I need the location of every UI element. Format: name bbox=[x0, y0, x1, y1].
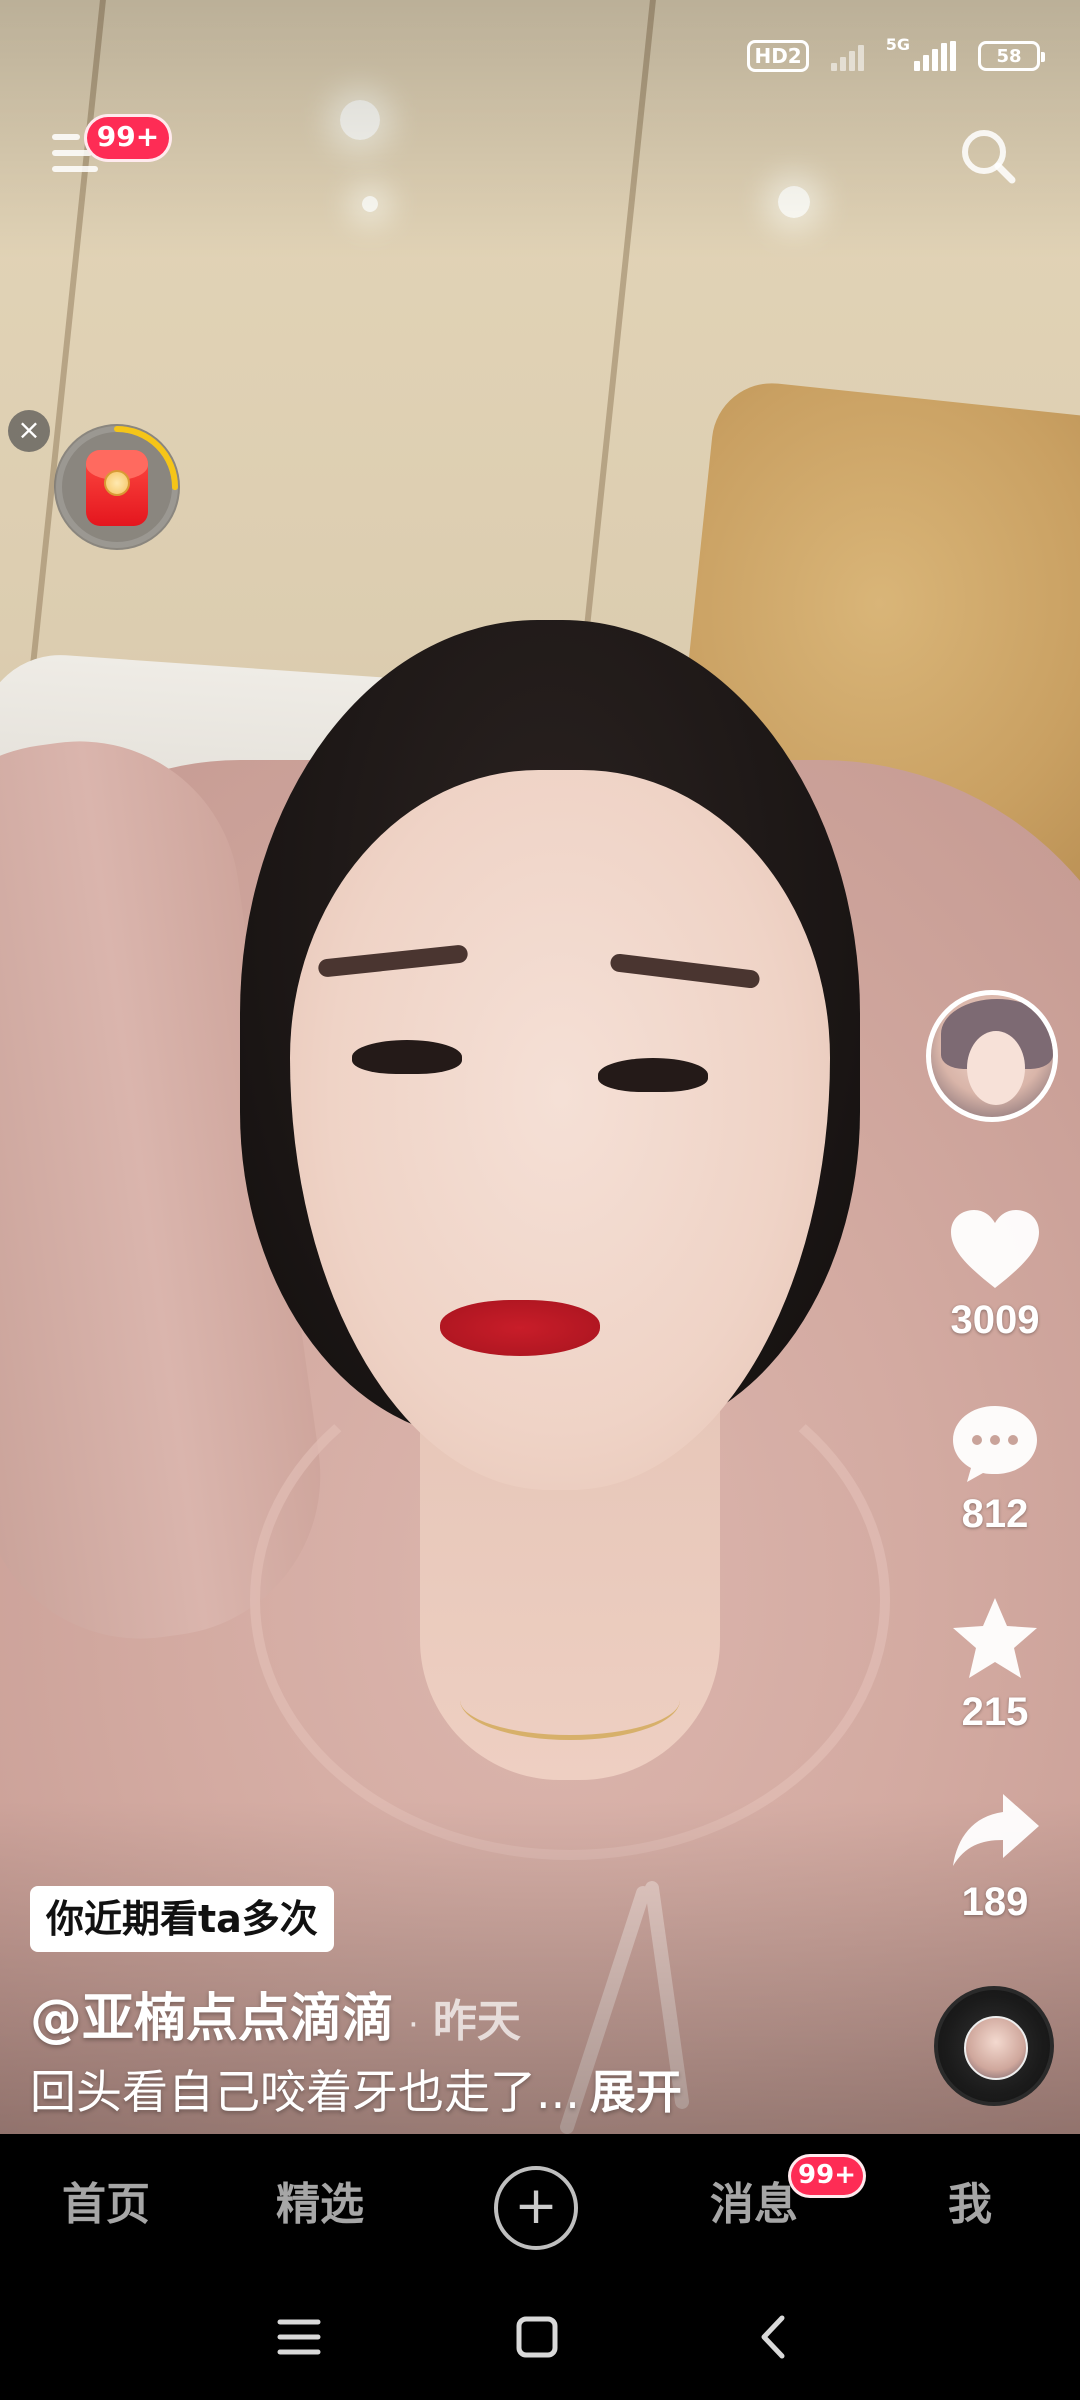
author-line: @亚楠点点滴滴 · 昨天 bbox=[30, 1976, 521, 2049]
star-icon bbox=[953, 1598, 1037, 1678]
battery-icon: 58 bbox=[978, 41, 1045, 71]
tab-me[interactable]: 我 bbox=[900, 2168, 1040, 2232]
like-button[interactable]: 3009 bbox=[930, 1206, 1060, 1343]
right-eye bbox=[598, 1058, 708, 1092]
post-time: 昨天 bbox=[432, 1996, 521, 2047]
author-avatar[interactable] bbox=[926, 990, 1058, 1122]
recents-menu-icon[interactable] bbox=[276, 2314, 322, 2360]
menu-notification-badge: 99+ bbox=[84, 114, 172, 162]
favorite-button[interactable]: 215 bbox=[930, 1594, 1060, 1735]
system-nav-bar bbox=[0, 2280, 1080, 2400]
messages-badge: 99+ bbox=[788, 2154, 866, 2198]
red-envelope-icon bbox=[86, 450, 148, 526]
share-arrow-icon bbox=[953, 1794, 1039, 1866]
comment-icon bbox=[953, 1406, 1037, 1482]
tab-home[interactable]: 首页 bbox=[36, 2168, 176, 2232]
signal-icon bbox=[830, 41, 864, 71]
bottom-nav: 首页 精选 + 消息 我 bbox=[0, 2134, 1080, 2280]
separator-dot: · bbox=[408, 2005, 419, 2045]
status-bar: HD2 5G 58 bbox=[747, 34, 1045, 76]
search-icon bbox=[962, 130, 1016, 184]
hamburger-icon bbox=[52, 134, 80, 140]
hamburger-icon bbox=[52, 166, 98, 172]
hamburger-icon bbox=[52, 150, 92, 156]
description-text: 回头看自己咬着牙也走了... bbox=[30, 2065, 580, 2119]
heart-icon bbox=[951, 1210, 1039, 1288]
expand-link[interactable]: 展开 bbox=[590, 2056, 682, 2122]
author-name[interactable]: @亚楠点点滴滴 bbox=[30, 1976, 394, 2051]
hd-indicator: HD2 bbox=[747, 40, 809, 72]
red-packet-close-button[interactable]: × bbox=[8, 410, 50, 452]
signal-icon bbox=[914, 41, 956, 71]
battery-level: 58 bbox=[996, 45, 1022, 67]
music-disc[interactable] bbox=[934, 1986, 1054, 2106]
coin-icon bbox=[104, 470, 130, 496]
avatar-face bbox=[967, 1031, 1025, 1105]
back-chevron-icon[interactable] bbox=[752, 2314, 798, 2360]
hood-edge bbox=[250, 1340, 890, 1860]
tab-featured[interactable]: 精选 bbox=[250, 2168, 390, 2232]
video-player[interactable] bbox=[0, 0, 1080, 2134]
home-square-icon[interactable] bbox=[514, 2314, 560, 2360]
network-type: 5G bbox=[885, 34, 910, 54]
comment-count: 812 bbox=[961, 1492, 1029, 1536]
left-eye bbox=[352, 1040, 462, 1074]
necklace bbox=[460, 1660, 680, 1740]
favorite-count: 215 bbox=[961, 1690, 1029, 1734]
music-cover-avatar bbox=[964, 2016, 1028, 2080]
watch-history-tag[interactable]: 你近期看ta多次 bbox=[30, 1886, 334, 1952]
create-button[interactable]: + bbox=[494, 2166, 578, 2250]
like-count: 3009 bbox=[950, 1298, 1040, 1342]
comment-button[interactable]: 812 bbox=[930, 1400, 1060, 1537]
search-button[interactable] bbox=[956, 124, 1022, 190]
video-description[interactable]: 回头看自己咬着牙也走了... 展开 bbox=[30, 2056, 682, 2122]
red-packet-widget[interactable] bbox=[54, 424, 180, 550]
share-button[interactable]: 189 bbox=[930, 1788, 1060, 1925]
share-count: 189 bbox=[961, 1880, 1029, 1924]
